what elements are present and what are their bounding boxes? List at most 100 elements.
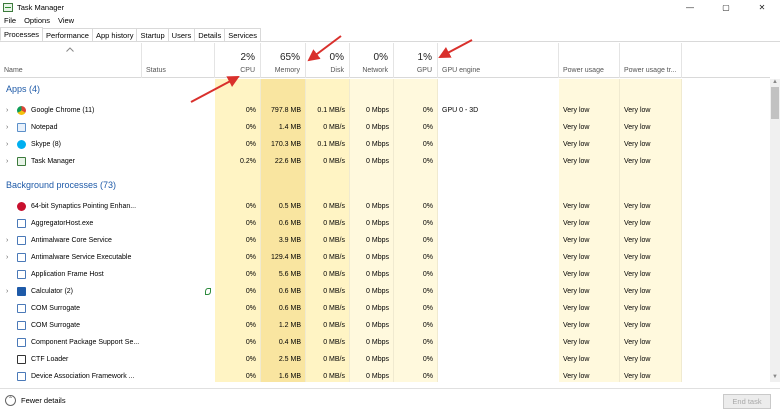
group-title-background: Background processes (73) [6,180,117,190]
scrollbar-thumb[interactable] [771,87,779,119]
column-cpu[interactable]: 2% CPU [215,43,261,78]
minimize-button[interactable]: — [672,0,708,14]
scroll-up-icon[interactable]: ▲ [770,79,780,87]
window-controls: — ▢ ✕ [672,0,780,14]
tab-services[interactable]: Services [224,28,261,41]
network-value: 0 Mbps [366,305,389,312]
menu-view[interactable]: View [54,16,78,25]
power-usage-value: Very low [563,220,590,227]
gpu-engine-value: GPU 0 - 3D [442,107,479,114]
fewer-details-label: Fewer details [21,396,66,405]
chevron-right-icon[interactable]: › [6,232,8,249]
gpu-value: 0% [422,356,433,363]
power-usage-value: Very low [563,339,590,346]
cpu-value: 0% [245,305,256,312]
column-network-label: Network [362,67,388,74]
chevron-right-icon[interactable]: › [6,283,8,300]
table-row[interactable]: › Task Manager 0.2% 22.6 MB 0 MB/s 0 Mbps 0% Ve… [0,153,770,170]
group-title-apps: Apps (4) [6,84,41,94]
network-value: 0 Mbps [366,107,389,114]
table-row[interactable]: AggregatorHost.exe 0% 0.6 MB 0 MB/s 0 Mbps 0%… [0,215,770,232]
column-status[interactable]: Status [142,43,215,78]
process-name: Application Frame Host [31,271,104,278]
tab-app-history[interactable]: App history [91,28,138,41]
gpu-value: 0% [422,158,433,165]
table-row[interactable]: CTF Loader 0% 2.5 MB 0 MB/s 0 Mbps 0% Very low… [0,351,770,368]
column-name-label: Name [4,67,23,74]
process-table: Apps (4) › Google Chrome (11) 0% 797.8 MB 0.1… [0,79,770,382]
memory-value: 1.6 MB [278,373,301,380]
column-gpu[interactable]: 1% GPU [394,43,438,78]
tab-performance[interactable]: Performance [42,28,93,41]
column-header: Name Status 2% CPU 65% Memory 0% Disk 0%… [0,43,770,78]
table-row[interactable]: › Calculator (2) 0% 0.6 MB 0 MB/s 0 Mbps 0% Ver… [0,283,770,300]
column-power-trend[interactable]: Power usage tr... [620,43,682,78]
gpu-value: 0% [422,322,433,329]
column-gpu-engine[interactable]: GPU engine [438,43,559,78]
chevron-right-icon[interactable]: › [6,153,8,170]
table-row[interactable]: Device Association Framework ... 0% 1.6 MB… [0,368,770,382]
memory-value: 0.6 MB [278,220,301,227]
disk-value: 0 MB/s [323,356,345,363]
power-usage-value: Very low [563,158,590,165]
network-value: 0 Mbps [366,124,389,131]
calculator-icon [17,287,26,296]
footer-bar: ⌃ Fewer details End task [0,388,780,414]
gpu-engine-value [438,153,559,170]
chevron-right-icon[interactable]: › [6,119,8,136]
table-row[interactable]: Component Package Support Se... 0% 0.4 MB 0… [0,334,770,351]
table-row[interactable]: 64-bit Synaptics Pointing Enhan... 0% 0.5 … [0,198,770,215]
network-value: 0 Mbps [366,141,389,148]
cpu-value: 0% [245,237,256,244]
tab-startup[interactable]: Startup [136,28,169,41]
column-power-usage[interactable]: Power usage [559,43,620,78]
group-header-background: Background processes (73) [0,175,770,195]
column-network[interactable]: 0% Network [350,43,394,78]
cpu-value: 0% [245,322,256,329]
power-trend-value: Very low [624,141,651,148]
table-row[interactable]: › Skype (8) 0% 170.3 MB 0.1 MB/s 0 Mbps 0% Very… [0,136,770,153]
network-value: 0 Mbps [366,220,389,227]
process-name: COM Surrogate [31,305,81,312]
tab-processes[interactable]: Processes [0,27,44,41]
table-row[interactable]: Application Frame Host 0% 5.6 MB 0 MB/s 0 Mb… [0,266,770,283]
column-name[interactable]: Name [0,43,142,78]
gpu-value: 0% [422,220,433,227]
column-memory[interactable]: 65% Memory [261,43,306,78]
network-total: 0% [373,52,388,63]
menu-options[interactable]: Options [20,16,54,25]
scroll-down-icon[interactable]: ▼ [770,374,780,382]
column-disk[interactable]: 0% Disk [306,43,350,78]
vertical-scrollbar[interactable]: ▲ ▼ [770,79,780,382]
chevron-right-icon[interactable]: › [6,249,8,266]
tab-users[interactable]: Users [167,28,196,41]
tab-details[interactable]: Details [194,28,226,41]
memory-value: 129.4 MB [271,254,301,261]
process-name: Notepad [31,124,58,131]
table-row[interactable]: COM Surrogate 0% 0.6 MB 0 MB/s 0 Mbps 0% Very … [0,300,770,317]
close-button[interactable]: ✕ [744,0,780,14]
table-row[interactable]: › Antimalware Core Service 0% 3.9 MB 0 MB/s 0… [0,232,770,249]
power-usage-value: Very low [563,288,590,295]
menu-file[interactable]: File [0,16,20,25]
memory-value: 22.6 MB [274,158,301,165]
network-value: 0 Mbps [366,288,389,295]
table-row[interactable]: › Google Chrome (11) 0% 797.8 MB 0.1 MB/s 0 M… [0,102,770,119]
cpu-value: 0% [245,124,256,131]
process-name: COM Surrogate [31,322,81,329]
maximize-button[interactable]: ▢ [708,0,744,14]
end-task-button[interactable]: End task [723,394,771,409]
disk-value: 0 MB/s [323,288,345,295]
process-icon [17,372,26,381]
chevron-right-icon[interactable]: › [6,136,8,153]
power-usage-value: Very low [563,373,590,380]
process-icon [17,270,26,279]
power-trend-value: Very low [624,220,651,227]
table-row[interactable]: › Antimalware Service Executable 0% 129.4 M… [0,249,770,266]
table-row[interactable]: › Notepad 0% 1.4 MB 0 MB/s 0 Mbps 0% Very low Ve… [0,119,770,136]
table-row[interactable]: COM Surrogate 0% 1.2 MB 0 MB/s 0 Mbps 0% Very … [0,317,770,334]
chevron-right-icon[interactable]: › [6,102,8,119]
fewer-details-button[interactable]: ⌃ Fewer details [5,395,66,406]
power-usage-value: Very low [563,322,590,329]
process-name: AggregatorHost.exe [31,220,94,227]
